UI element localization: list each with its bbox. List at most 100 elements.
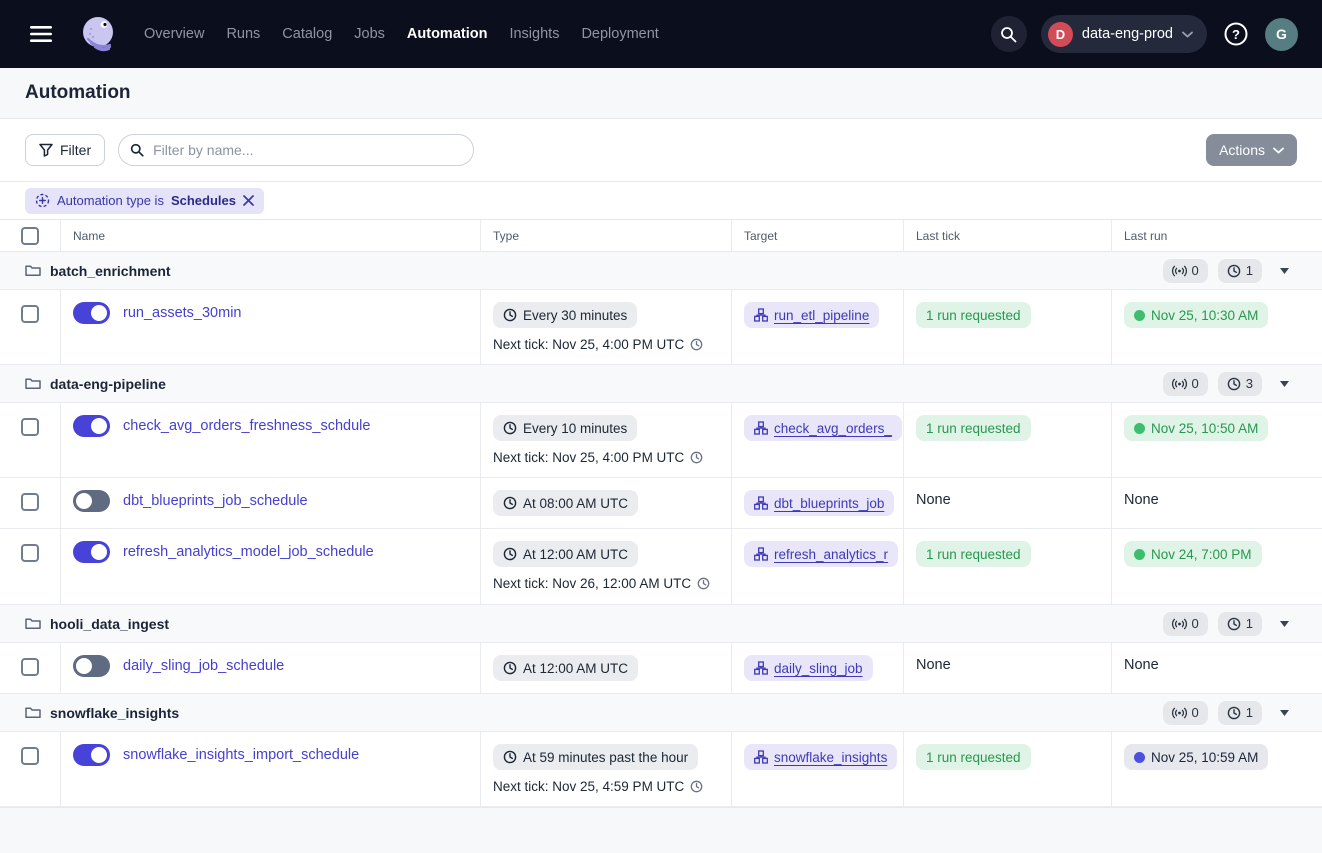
last-tick-status[interactable]: 1 run requested [916, 744, 1031, 770]
schedule-toggle[interactable] [73, 655, 110, 677]
group-name: hooli_data_ingest [50, 616, 169, 632]
menu-icon[interactable] [24, 20, 58, 48]
schedule-toggle[interactable] [73, 490, 110, 512]
last-tick-status[interactable]: 1 run requested [916, 541, 1031, 567]
group-row-data-eng-pipeline[interactable]: data-eng-pipeline 0 3 [0, 365, 1322, 403]
clock-icon [503, 661, 517, 675]
page-title: Automation [25, 82, 131, 104]
schedule-name-link[interactable]: run_assets_30min [123, 305, 242, 321]
toolbar: Filter Actions [0, 119, 1322, 181]
actions-button[interactable]: Actions [1206, 134, 1297, 166]
sensor-icon [1172, 378, 1187, 390]
last-run-status[interactable]: Nov 25, 10:59 AM [1124, 744, 1268, 770]
workspace-name: data-eng-prod [1082, 26, 1173, 42]
clock-icon [503, 547, 517, 561]
sensor-count-badge: 0 [1163, 612, 1208, 636]
schedule-toggle[interactable] [73, 302, 110, 324]
group-row-batch-enrichment[interactable]: batch_enrichment 0 1 [0, 252, 1322, 290]
target-pill[interactable]: snowflake_insights [744, 744, 897, 770]
sensor-icon [1172, 707, 1187, 719]
clock-icon [690, 338, 703, 351]
select-all-checkbox[interactable] [21, 227, 39, 245]
column-header-target: Target [732, 220, 904, 251]
last-tick-status[interactable]: 1 run requested [916, 415, 1031, 441]
clock-icon [503, 750, 517, 764]
schedule-name-link[interactable]: refresh_analytics_model_job_schedule [123, 544, 374, 560]
row-checkbox[interactable] [21, 418, 39, 436]
group-row-hooli-data-ingest[interactable]: hooli_data_ingest 0 1 [0, 605, 1322, 643]
caret-down-icon[interactable] [1272, 617, 1297, 631]
folder-icon [25, 264, 41, 277]
next-tick: Next tick: Nov 26, 12:00 AM UTC [493, 576, 710, 591]
nav-item-deployment[interactable]: Deployment [579, 20, 660, 48]
clock-icon [1227, 264, 1241, 278]
table-row: snowflake_insights_import_schedule At 59… [0, 732, 1322, 807]
schedule-name-link[interactable]: dbt_blueprints_job_schedule [123, 493, 308, 509]
schedule-name-link[interactable]: snowflake_insights_import_schedule [123, 747, 359, 763]
row-checkbox[interactable] [21, 305, 39, 323]
schedule-count-badge: 1 [1218, 701, 1262, 725]
name-filter-input[interactable] [118, 134, 474, 166]
table-row: run_assets_30min Every 30 minutes Next t… [0, 290, 1322, 365]
nav-item-overview[interactable]: Overview [142, 20, 206, 48]
next-tick: Next tick: Nov 25, 4:59 PM UTC [493, 779, 703, 794]
clock-icon [503, 496, 517, 510]
schedule-toggle[interactable] [73, 415, 110, 437]
nav-item-insights[interactable]: Insights [507, 20, 561, 48]
nav-item-runs[interactable]: Runs [224, 20, 262, 48]
last-run-status[interactable]: Nov 24, 7:00 PM [1124, 541, 1262, 567]
group-row-snowflake-insights[interactable]: snowflake_insights 0 1 [0, 694, 1322, 732]
nav-item-jobs[interactable]: Jobs [352, 20, 387, 48]
job-graph-icon [754, 496, 768, 510]
target-pill[interactable]: dbt_blueprints_job [744, 490, 894, 516]
clock-icon [1227, 706, 1241, 720]
close-icon[interactable] [243, 195, 254, 206]
sensor-count-badge: 0 [1163, 259, 1208, 283]
sensor-icon [1172, 618, 1187, 630]
schedule-name-link[interactable]: daily_sling_job_schedule [123, 658, 284, 674]
chevron-down-icon [1273, 147, 1284, 154]
last-tick-status[interactable]: 1 run requested [916, 302, 1031, 328]
last-run-status[interactable]: Nov 25, 10:30 AM [1124, 302, 1268, 328]
target-pill[interactable]: daily_sling_job [744, 655, 873, 681]
row-checkbox[interactable] [21, 747, 39, 765]
active-filters-row: Automation type is Schedules [0, 181, 1322, 220]
column-header-last-run: Last run [1112, 220, 1322, 251]
filter-tag-automation-type[interactable]: Automation type is Schedules [25, 188, 264, 214]
target-pill[interactable]: refresh_analytics_r [744, 541, 898, 567]
table-row: daily_sling_job_schedule At 12:00 AM UTC… [0, 643, 1322, 694]
schedule-toggle[interactable] [73, 541, 110, 563]
schedule-type-pill: At 59 minutes past the hour [493, 744, 698, 770]
filter-button[interactable]: Filter [25, 134, 105, 166]
automation-target-icon [35, 193, 50, 208]
column-header-last-tick: Last tick [904, 220, 1112, 251]
nav-item-catalog[interactable]: Catalog [280, 20, 334, 48]
last-run-status[interactable]: Nov 25, 10:50 AM [1124, 415, 1268, 441]
group-name: snowflake_insights [50, 705, 179, 721]
job-graph-icon [754, 661, 768, 675]
footer-band [0, 807, 1322, 853]
chevron-down-icon [1182, 31, 1193, 38]
schedule-toggle[interactable] [73, 744, 110, 766]
caret-down-icon[interactable] [1272, 706, 1297, 720]
row-checkbox[interactable] [21, 544, 39, 562]
table-row: dbt_blueprints_job_schedule At 08:00 AM … [0, 478, 1322, 529]
user-avatar[interactable]: G [1265, 18, 1298, 51]
schedule-name-link[interactable]: check_avg_orders_freshness_schdule [123, 418, 370, 434]
dagster-logo[interactable] [78, 13, 120, 55]
table-row: refresh_analytics_model_job_schedule At … [0, 529, 1322, 605]
clock-icon [503, 421, 517, 435]
workspace-switcher[interactable]: D data-eng-prod [1041, 15, 1207, 53]
schedule-count-badge: 3 [1218, 372, 1262, 396]
row-checkbox[interactable] [21, 493, 39, 511]
group-name: data-eng-pipeline [50, 376, 166, 392]
nav-item-automation[interactable]: Automation [405, 20, 490, 48]
row-checkbox[interactable] [21, 658, 39, 676]
target-pill[interactable]: run_etl_pipeline [744, 302, 879, 328]
search-button[interactable] [991, 16, 1027, 52]
job-graph-icon [754, 750, 768, 764]
target-pill[interactable]: check_avg_orders_ [744, 415, 902, 441]
help-button[interactable]: ? [1221, 19, 1251, 49]
caret-down-icon[interactable] [1272, 377, 1297, 391]
caret-down-icon[interactable] [1272, 264, 1297, 278]
